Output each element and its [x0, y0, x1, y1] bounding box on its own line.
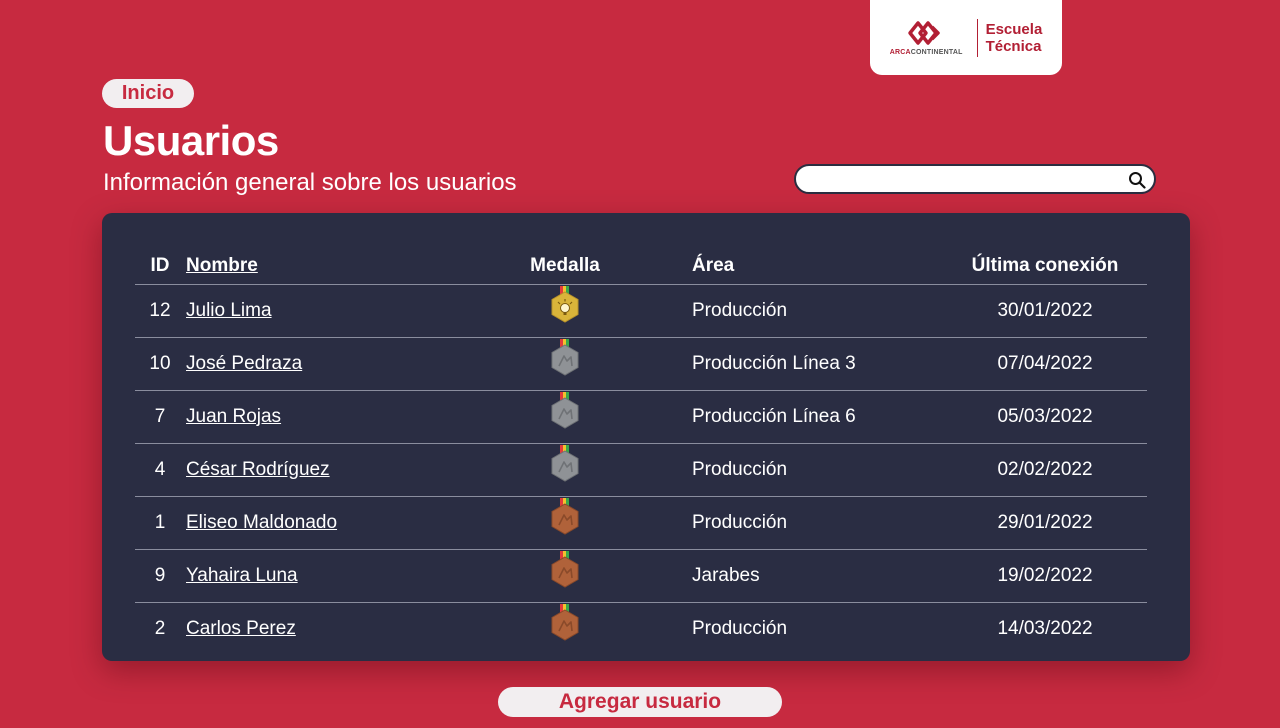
- user-area: Producción: [692, 459, 788, 480]
- page-subtitle: Información general sobre los usuarios: [103, 169, 517, 196]
- user-name[interactable]: Juan Rojas: [186, 391, 486, 443]
- user-area: Producción: [692, 512, 788, 533]
- medal-cell: [515, 285, 615, 337]
- user-last-login: 29/01/2022: [997, 512, 1093, 533]
- silver-medal-icon: [551, 339, 579, 376]
- medal-cell: [515, 550, 615, 602]
- user-name-link[interactable]: Julio Lima: [186, 300, 272, 322]
- user-name-link[interactable]: José Pedraza: [186, 353, 302, 375]
- user-name[interactable]: Carlos Perez: [186, 603, 486, 655]
- medal-cell: [515, 603, 615, 655]
- silver-medal-icon: [551, 392, 579, 429]
- inicio-button[interactable]: Inicio: [102, 79, 194, 108]
- user-name-link[interactable]: Eliseo Maldonado: [186, 512, 337, 534]
- user-name-link[interactable]: Carlos Perez: [186, 618, 296, 640]
- table-row: 1 Eliseo Maldonado Producción 29/01/2022: [135, 497, 1147, 550]
- medal-cell: [515, 338, 615, 390]
- user-last-login: 19/02/2022: [997, 565, 1093, 586]
- medal-cell: [515, 444, 615, 496]
- user-id: 7: [154, 406, 166, 427]
- column-header-area: Área: [692, 255, 735, 276]
- user-name[interactable]: Yahaira Luna: [186, 550, 486, 602]
- user-last-login: 05/03/2022: [997, 406, 1093, 427]
- page-title: Usuarios: [103, 117, 279, 164]
- search-input[interactable]: [808, 170, 1122, 192]
- user-area: Producción: [692, 618, 788, 639]
- user-last-login: 14/03/2022: [997, 618, 1093, 639]
- user-name[interactable]: José Pedraza: [186, 338, 486, 390]
- user-name[interactable]: Julio Lima: [186, 285, 486, 337]
- search-bar[interactable]: [794, 164, 1156, 194]
- bronze-medal-icon: [551, 604, 579, 641]
- gold-medal-icon: [551, 286, 579, 323]
- table-row: 4 César Rodríguez Producción 02/02/2022: [135, 444, 1147, 497]
- user-area: Producción Línea 3: [692, 353, 856, 374]
- logo-school-line2: Técnica: [985, 37, 1042, 55]
- user-area: Jarabes: [692, 565, 760, 586]
- arca-logo-icon: [908, 21, 940, 45]
- column-header-id: ID: [150, 255, 170, 276]
- logo-school-line1: Escuela: [985, 20, 1043, 38]
- table-header: ID Nombre Medalla Área Última conexión: [135, 248, 1147, 285]
- logo-brand-text: ARCACONTINENTAL: [889, 49, 963, 56]
- sort-by-name-link[interactable]: Nombre: [186, 255, 258, 277]
- table-row: 12 Julio Lima Producción 30/01/2022: [135, 285, 1147, 338]
- user-id: 10: [149, 353, 171, 374]
- user-name[interactable]: Eliseo Maldonado: [186, 497, 486, 549]
- column-header-last-login: Última conexión: [971, 255, 1119, 276]
- user-last-login: 30/01/2022: [997, 300, 1093, 321]
- user-id: 4: [154, 459, 166, 480]
- user-name-link[interactable]: Juan Rojas: [186, 406, 281, 428]
- user-name-link[interactable]: César Rodríguez: [186, 459, 330, 481]
- user-area: Producción Línea 6: [692, 406, 856, 427]
- bronze-medal-icon: [551, 551, 579, 588]
- user-id: 9: [154, 565, 166, 586]
- user-name[interactable]: César Rodríguez: [186, 444, 486, 496]
- medal-cell: [515, 497, 615, 549]
- silver-medal-icon: [551, 445, 579, 482]
- users-table: ID Nombre Medalla Área Última conexión 1…: [102, 213, 1190, 661]
- user-id: 1: [154, 512, 166, 533]
- medal-cell: [515, 391, 615, 443]
- column-header-medal: Medalla: [530, 255, 600, 276]
- brand-logo: ARCACONTINENTAL Escuela Técnica: [870, 0, 1062, 75]
- table-row: 2 Carlos Perez Producción 14/03/2022: [135, 603, 1147, 655]
- bronze-medal-icon: [551, 498, 579, 535]
- user-last-login: 07/04/2022: [997, 353, 1093, 374]
- search-icon[interactable]: [1128, 171, 1146, 189]
- user-id: 2: [154, 618, 166, 639]
- arca-continental-logo: ARCACONTINENTAL: [890, 19, 963, 56]
- user-last-login: 02/02/2022: [997, 459, 1093, 480]
- user-area: Producción: [692, 300, 788, 321]
- user-id: 12: [149, 300, 171, 321]
- table-row: 7 Juan Rojas Producción Línea 6 05/03/2022: [135, 391, 1147, 444]
- add-user-button[interactable]: Agregar usuario: [498, 687, 782, 717]
- user-name-link[interactable]: Yahaira Luna: [186, 565, 298, 587]
- logo-school-text: Escuela Técnica: [986, 21, 1043, 55]
- column-header-name[interactable]: Nombre: [186, 248, 486, 284]
- logo-divider: [976, 18, 978, 57]
- table-row: 10 José Pedraza Producción Línea 3 07/04/20…: [135, 338, 1147, 391]
- table-row: 9 Yahaira Luna Jarabes 19/02/2022: [135, 550, 1147, 603]
